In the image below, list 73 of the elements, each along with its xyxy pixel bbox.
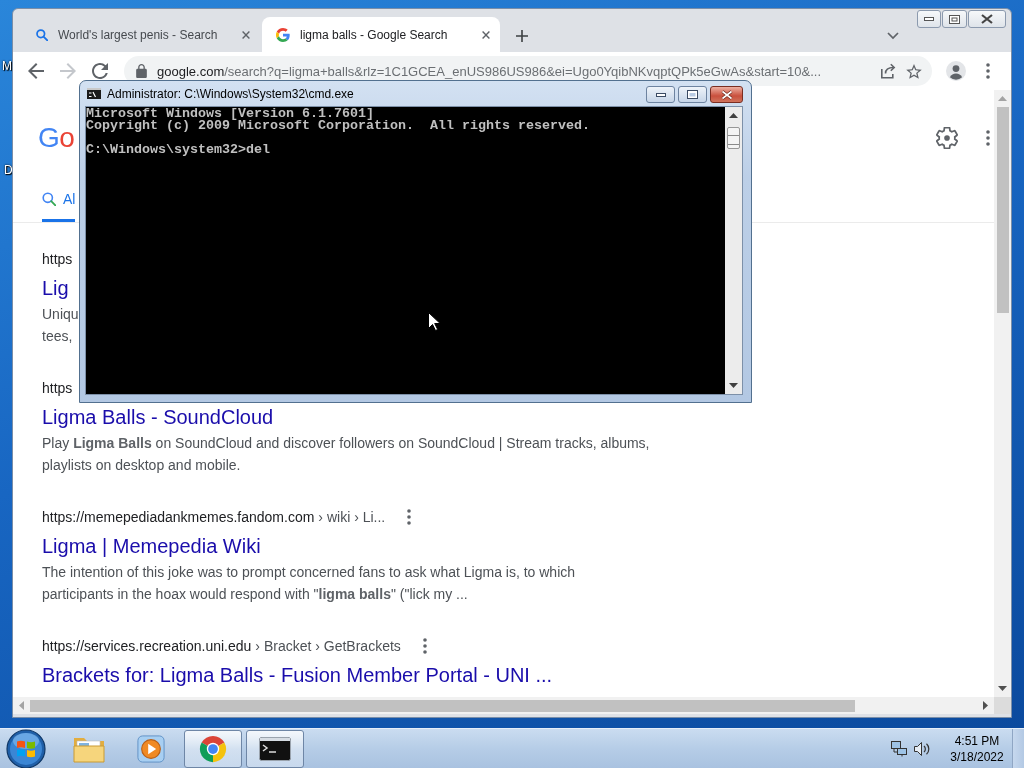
clock-date[interactable]: 3/18/2022 [950,748,1004,765]
close-icon [981,14,993,24]
console-icon [87,88,101,99]
right-arrow-icon[interactable] [983,701,988,710]
minimize-button[interactable] [917,10,941,28]
result-breadcrumb: › wiki › Li... [318,508,386,527]
plus-icon[interactable] [516,30,528,42]
result-title-link[interactable]: Ligma | Memepedia Wiki [42,533,261,559]
result-url: https://services.recreation.uni.edu [42,637,252,656]
desktop-icon-label[interactable]: D [4,163,13,177]
desktop-icon-label[interactable]: M [2,59,12,73]
reload-icon[interactable] [92,63,108,79]
close-button[interactable] [968,10,1006,28]
close-icon [720,89,733,100]
minimize-button[interactable] [646,86,675,103]
mouse-pointer-icon [428,312,440,331]
result-title-link[interactable]: Brackets for: Ligma Balls - Fusion Member Portal - UNI ... [42,662,553,688]
minimize-icon [655,92,666,97]
result-url: https://memepediadankmemes.fandom.com [42,508,315,527]
settings-icon[interactable] [936,127,958,149]
search-icon [36,28,48,41]
profile-icon[interactable] [946,61,966,81]
result-title-link[interactable]: Lig [42,275,69,301]
vertical-scrollbar[interactable] [725,107,742,394]
g-letter-icon [276,27,290,42]
restore-icon [949,14,960,24]
result-url: https [42,379,73,398]
menu-icon[interactable] [422,638,427,654]
result-snippet: Uniqu tees, [42,305,79,346]
result-breadcrumb: › Bracket › GetBrackets [255,637,401,656]
caret-icon[interactable] [887,32,899,40]
window-title: Administrator: C:\Windows\System32\cmd.exe [107,86,354,101]
menu-icon[interactable] [986,63,990,79]
menu-icon[interactable] [407,509,412,525]
logo-text[interactable]: Go [38,122,75,154]
scrollbar-thumb[interactable] [30,699,855,712]
close-icon[interactable] [242,30,250,39]
vertical-scrollbar[interactable] [994,90,1011,697]
lock-icon[interactable] [136,64,147,78]
maximize-button[interactable] [678,86,707,103]
maximize-icon [687,90,698,99]
maximize-button[interactable] [942,10,967,28]
close-button[interactable] [710,86,743,103]
result-snippet: The intention of this joke was to prompt concerned fans to ask what Ligma is, to which participants in the hoax would respond with "ligma balls" ("lick my ... [42,563,576,604]
search-icon [42,192,56,206]
browser-tab[interactable]: ligma balls - Google Search [262,17,500,52]
terminal-icon [259,736,291,761]
horizontal-scrollbar[interactable] [13,697,994,714]
console-screen[interactable]: Microsoft Windows [Version 6.1.7601] Copyright (c) 2009 Microsoft Corporation. All rights reserved. C:\Windows\system32>del [86,107,725,394]
menu-icon[interactable] [986,130,990,146]
browser-icon [198,733,228,764]
start-orb-icon[interactable] [6,728,46,768]
result-url: https [42,250,73,269]
search-tab[interactable]: Al [42,186,76,222]
star-icon[interactable] [906,63,922,79]
result-title-link[interactable]: Ligma Balls - SoundCloud [42,404,274,430]
result-snippet: Play Ligma Balls on SoundCloud and discover followers on SoundCloud | Stream tracks, albums, playlists on desktop and mobile. [42,434,650,475]
down-arrow-icon[interactable] [729,383,738,388]
media-player-icon [137,734,165,763]
up-arrow-icon[interactable] [729,113,738,118]
share-icon[interactable] [880,63,896,79]
scrollbar-thumb[interactable] [727,127,740,149]
browser-tab[interactable]: World's largest penis - Search [22,17,260,52]
scrollbar-thumb[interactable] [996,107,1009,313]
taskbar-button[interactable] [246,729,304,768]
network-icon[interactable] [891,740,907,757]
console-text: Microsoft Windows [Version 6.1.7601] Copyright (c) 2009 Microsoft Corporation. All rights reserved. C:\Windows\system32>del [86,108,590,156]
minimize-icon [924,17,934,21]
down-arrow-icon[interactable] [998,686,1007,691]
clock-time[interactable]: 4:51 PM [954,732,1000,749]
volume-icon[interactable] [914,740,930,757]
close-icon[interactable] [482,30,490,39]
back-arrow-icon[interactable] [28,63,44,79]
